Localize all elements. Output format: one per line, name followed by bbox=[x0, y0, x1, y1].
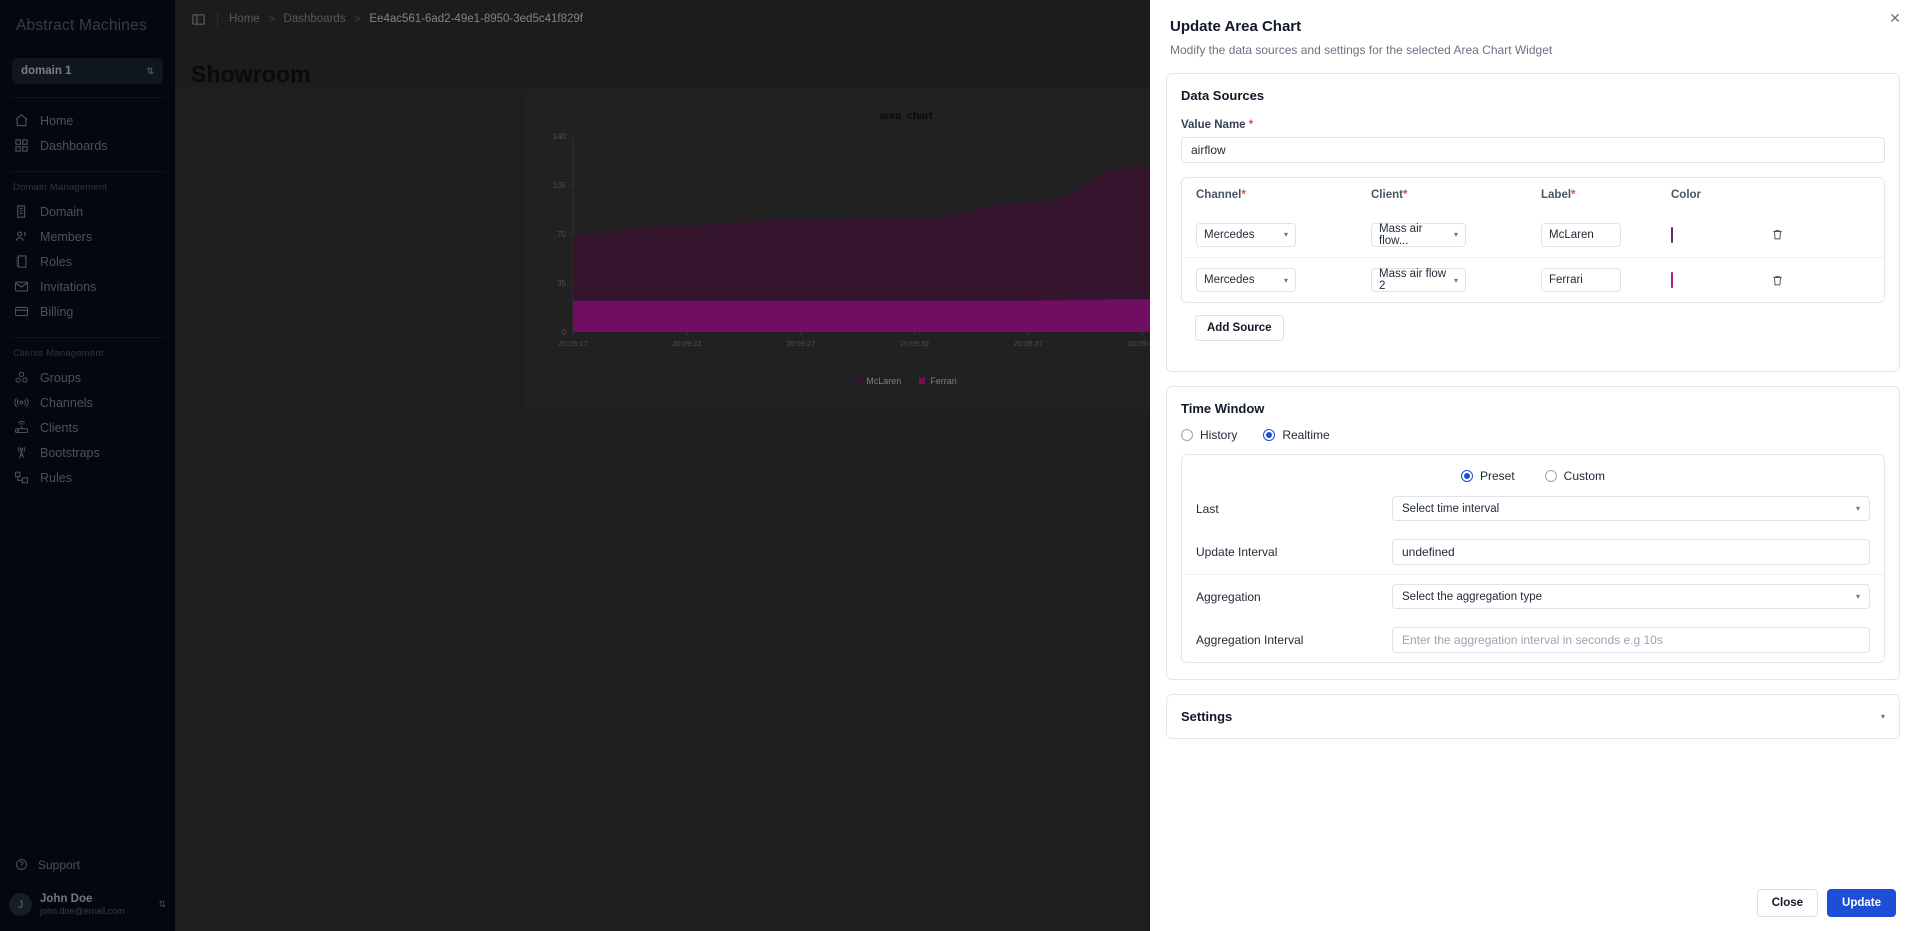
chevron-down-icon: ▾ bbox=[1880, 712, 1885, 721]
client-select-1[interactable]: Mass air flow 2 ▾ bbox=[1371, 268, 1466, 292]
client-select-0[interactable]: Mass air flow... ▾ bbox=[1371, 222, 1466, 247]
table-row: Mercedes ▾ Mass air flow 2 ▾ bbox=[1182, 257, 1884, 302]
settings-heading: Settings bbox=[1181, 709, 1233, 724]
color-swatch-0[interactable] bbox=[1671, 226, 1673, 243]
update-interval-label: Update Interval bbox=[1196, 545, 1278, 559]
time-window-content: Time Window History Realtime Preset Cust… bbox=[1167, 387, 1899, 679]
data-sources-card: Data Sources Value Name * Channel* Clien bbox=[1166, 73, 1900, 372]
trash-icon-1[interactable] bbox=[1766, 269, 1788, 291]
color-cell bbox=[1671, 272, 1766, 288]
data-sources-content: Data Sources Value Name * Channel* Clien bbox=[1167, 74, 1899, 371]
table-row: Mercedes ▾ Mass air flow... ▾ bbox=[1182, 212, 1884, 257]
chevron-down-icon: ▾ bbox=[1283, 230, 1288, 239]
radio-history-label: History bbox=[1200, 428, 1238, 442]
drawer-footer: Close Update bbox=[1150, 879, 1916, 931]
client-select-value: Mass air flow 2 bbox=[1379, 268, 1447, 292]
radio-preset-label: Preset bbox=[1479, 469, 1515, 483]
column-header-label-text: Label bbox=[1541, 189, 1572, 201]
drawer-subtitle: Modify the data sources and settings for… bbox=[1170, 43, 1553, 57]
required-asterisk: * bbox=[1241, 189, 1246, 201]
radio-history[interactable]: History bbox=[1181, 428, 1237, 442]
required-asterisk: * bbox=[1402, 189, 1408, 201]
drawer-title: Update Area Chart bbox=[1170, 18, 1302, 35]
aggregation-row: Aggregation Select the aggregation type … bbox=[1182, 575, 1884, 618]
aggregation-label: Aggregation bbox=[1196, 589, 1261, 604]
sources-table-header: Channel* Client* Label* Color bbox=[1182, 178, 1884, 212]
update-area-chart-drawer: ✕ Update Area Chart Modify the data sour… bbox=[1150, 0, 1916, 931]
column-header-label: Label* bbox=[1541, 189, 1671, 201]
radio-dot-preset bbox=[1460, 470, 1473, 482]
aggregation-select[interactable]: Select the aggregation type ▾ bbox=[1392, 584, 1870, 609]
drawer-body: Data Sources Value Name * Channel* Clien bbox=[1150, 57, 1916, 879]
label-cell bbox=[1541, 268, 1671, 292]
chevron-down-icon: ▾ bbox=[1855, 592, 1860, 601]
channel-select-1[interactable]: Mercedes ▾ bbox=[1196, 268, 1296, 292]
value-name-label-text: Value Name bbox=[1181, 119, 1246, 131]
client-cell: Mass air flow 2 ▾ bbox=[1371, 268, 1541, 292]
radio-dot-history bbox=[1181, 429, 1193, 441]
channel-cell: Mercedes ▾ bbox=[1196, 222, 1371, 247]
data-sources-heading: Data Sources bbox=[1181, 88, 1265, 103]
column-header-channel-text: Channel bbox=[1196, 189, 1242, 201]
channel-select-0[interactable]: Mercedes ▾ bbox=[1196, 222, 1296, 247]
last-field-row: Last Select time interval ▾ bbox=[1182, 487, 1884, 530]
radio-realtime-label: Realtime bbox=[1282, 428, 1330, 442]
column-header-color: Color bbox=[1671, 189, 1702, 201]
radio-preset[interactable]: Preset bbox=[1460, 469, 1515, 483]
time-window-card: Time Window History Realtime Preset Cust… bbox=[1166, 386, 1900, 680]
column-header-client-text: Client bbox=[1371, 189, 1403, 201]
trash-icon-0[interactable] bbox=[1766, 224, 1788, 246]
value-name-label: Value Name * bbox=[1181, 119, 1885, 131]
time-window-heading: Time Window bbox=[1181, 401, 1265, 416]
settings-section[interactable]: Settings ▾ bbox=[1166, 694, 1900, 739]
channel-cell: Mercedes ▾ bbox=[1196, 268, 1371, 292]
preset-custom-group: Preset Custom bbox=[1182, 455, 1884, 487]
app-root: Abstract Machines domain 1 ⇅ Home Dashbo… bbox=[0, 0, 1916, 931]
row-actions bbox=[1766, 224, 1870, 246]
chevron-down-icon: ▾ bbox=[1453, 230, 1458, 239]
last-select[interactable]: Select time interval ▾ bbox=[1392, 496, 1870, 521]
column-header-client: Client* bbox=[1371, 189, 1541, 201]
value-name-input[interactable] bbox=[1181, 137, 1885, 163]
client-select-value: Mass air flow... bbox=[1379, 222, 1423, 247]
update-interval-row: Update Interval bbox=[1182, 530, 1884, 574]
required-asterisk: * bbox=[1248, 119, 1254, 131]
realtime-settings-box: Preset Custom Last Select time interval bbox=[1181, 454, 1885, 663]
radio-custom-label: Custom bbox=[1563, 469, 1606, 483]
close-button[interactable]: Close bbox=[1756, 889, 1819, 917]
update-interval-input[interactable] bbox=[1392, 539, 1870, 565]
aggregation-select-value: Select the aggregation type bbox=[1402, 590, 1543, 603]
drawer-header: Update Area Chart Modify the data source… bbox=[1150, 0, 1916, 57]
radio-realtime[interactable]: Realtime bbox=[1263, 428, 1330, 442]
chevron-down-icon: ▾ bbox=[1283, 275, 1288, 285]
update-button[interactable]: Update bbox=[1827, 889, 1896, 917]
time-window-mode-group: History Realtime bbox=[1181, 428, 1885, 442]
aggregation-interval-label: Aggregation Interval bbox=[1196, 633, 1304, 647]
sources-table: Channel* Client* Label* Color Mercedes ▾… bbox=[1181, 177, 1885, 303]
last-label: Last bbox=[1196, 501, 1219, 516]
last-select-value: Select time interval bbox=[1402, 502, 1500, 515]
color-cell bbox=[1671, 226, 1766, 243]
label-input-0[interactable] bbox=[1541, 222, 1621, 247]
chevron-down-icon: ▾ bbox=[1855, 504, 1860, 513]
channel-select-value: Mercedes bbox=[1204, 274, 1255, 286]
close-icon[interactable]: ✕ bbox=[1887, 10, 1903, 26]
aggregation-interval-input[interactable] bbox=[1392, 627, 1870, 653]
aggregation-interval-row: Aggregation Interval bbox=[1182, 618, 1884, 662]
add-source-button[interactable]: Add Source bbox=[1195, 315, 1284, 341]
channel-select-value: Mercedes bbox=[1204, 228, 1255, 241]
label-input-1[interactable] bbox=[1541, 268, 1621, 292]
client-cell: Mass air flow... ▾ bbox=[1371, 222, 1541, 247]
radio-custom[interactable]: Custom bbox=[1544, 469, 1606, 483]
required-asterisk: * bbox=[1571, 189, 1576, 201]
chevron-down-icon: ▾ bbox=[1453, 275, 1458, 285]
column-header-channel: Channel* bbox=[1196, 189, 1371, 201]
label-cell bbox=[1541, 222, 1671, 247]
radio-dot-realtime bbox=[1263, 429, 1276, 441]
color-swatch-1[interactable] bbox=[1671, 272, 1673, 288]
radio-dot-custom bbox=[1544, 470, 1557, 482]
row-actions bbox=[1766, 269, 1870, 291]
